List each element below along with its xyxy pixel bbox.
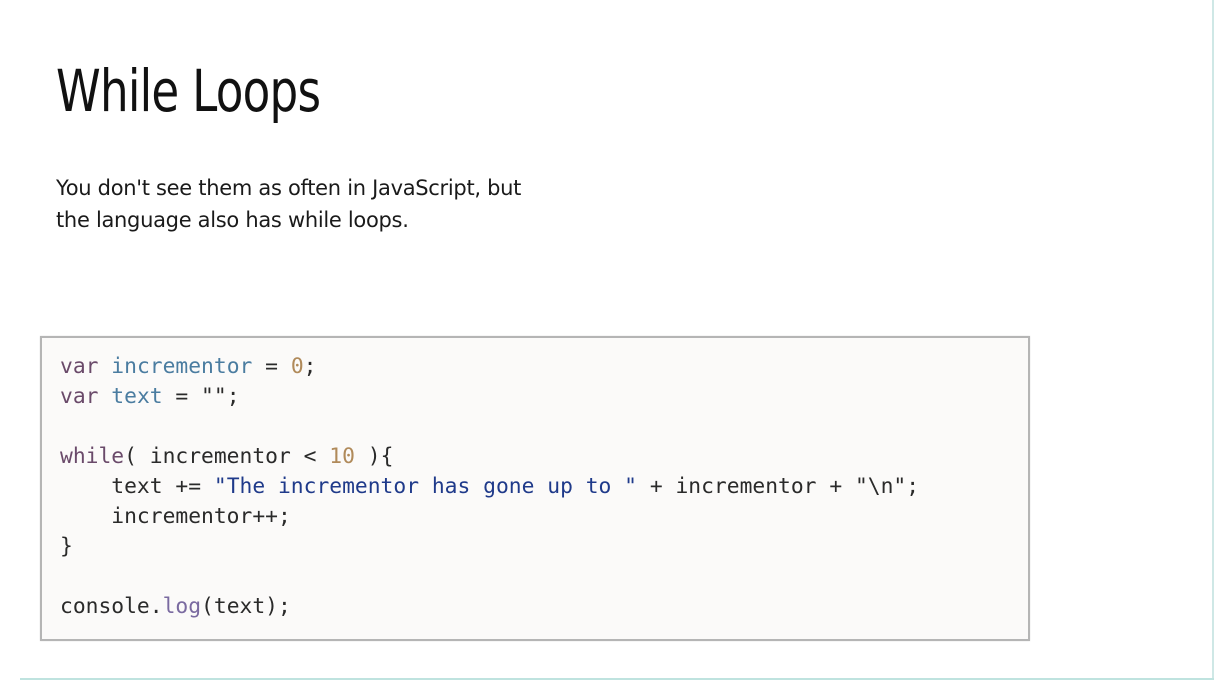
- code-token-plain: ){: [354, 444, 394, 469]
- code-line: while( incrementor < 10 ){: [60, 442, 919, 472]
- code-token-plain: (text);: [201, 594, 291, 619]
- code-token-plain: ( incrementor <: [124, 444, 330, 469]
- code-token-num: 10: [329, 444, 355, 469]
- code-token-var: text: [111, 384, 163, 409]
- code-token-plain: =: [252, 354, 291, 379]
- code-token-plain: incrementor++;: [60, 504, 291, 529]
- code-token-plain: }: [60, 534, 73, 559]
- code-token-kw: var: [60, 384, 99, 409]
- slide: While Loops You don't see them as often …: [0, 0, 1214, 678]
- code-token-plain: console.: [60, 594, 163, 619]
- code-line: incrementor++;: [60, 502, 919, 532]
- code-token-kw: while: [60, 444, 125, 469]
- slide-title: While Loops: [56, 57, 321, 125]
- intro-line-1: You don't see them as often in JavaScrip…: [56, 176, 522, 200]
- code-line: var incrementor = 0;: [60, 352, 919, 382]
- code-token-str: "The incrementor has gone up to ": [213, 474, 637, 499]
- code-token-plain: text +=: [60, 474, 214, 499]
- code-line: text += "The incrementor has gone up to …: [60, 472, 919, 502]
- code-token-num: 0: [290, 354, 304, 379]
- code-token-plain: = "";: [162, 384, 240, 409]
- code-listing: var incrementor = 0; var text = ""; while…: [60, 352, 919, 622]
- code-line: }: [60, 532, 919, 562]
- code-line: var text = "";: [60, 382, 919, 412]
- code-token-kw: var: [60, 354, 99, 379]
- code-token-fn: log: [162, 594, 202, 619]
- slide-intro-text: You don't see them as often in JavaScrip…: [56, 172, 576, 236]
- intro-line-2: the language also has while loops.: [56, 208, 409, 232]
- code-token-var: incrementor: [111, 354, 253, 379]
- code-token-plain: ;: [303, 354, 317, 379]
- code-token-plain: + incrementor + "\n";: [637, 474, 920, 499]
- code-block: var incrementor = 0; var text = ""; while…: [40, 336, 1030, 641]
- code-line: console.log(text);: [60, 592, 919, 622]
